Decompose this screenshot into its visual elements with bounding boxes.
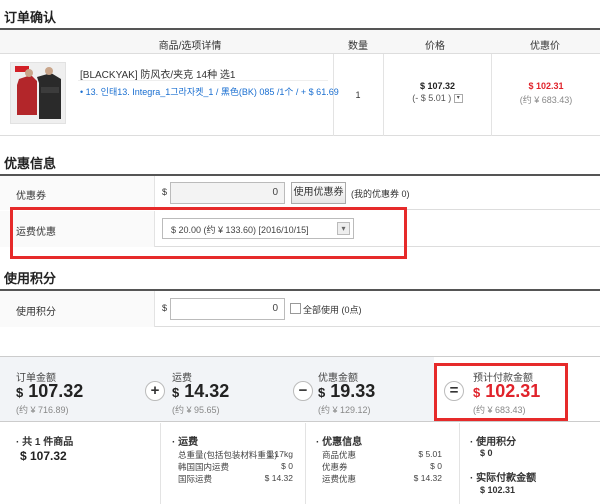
shipping-detail-title: · 运费 (172, 437, 199, 448)
coupon-input[interactable]: 0 (170, 182, 285, 204)
items-count-label: · 共 1 件商品 (16, 437, 74, 448)
col-qty-header: 数量 (348, 41, 368, 52)
order-total-amount: $ 107.32 (16, 381, 83, 402)
ship-row-value: $ 0 (281, 461, 293, 471)
disc-row-key: 优惠券 (322, 462, 348, 472)
col-product-header: 商品/选项详情 (158, 41, 222, 52)
currency-symbol: $ (172, 385, 180, 400)
ship-row-key: 韩国国内运费 (178, 462, 230, 472)
items-total: $ 107.32 (20, 449, 67, 463)
currency-symbol: $ (16, 385, 24, 400)
points-currency: $ (162, 303, 168, 313)
discount-detail-title: · 优惠信息 (316, 437, 363, 448)
shipping-value: 14.32 (184, 381, 230, 401)
coupon-currency: $ (162, 187, 168, 197)
order-total-sub: (约 ¥ 716.89) (16, 405, 69, 415)
currency-symbol: $ (318, 385, 326, 400)
col-discount-header: 优惠价 (530, 41, 560, 52)
plus-icon: + (145, 381, 165, 401)
ship-row-value: $ 14.32 (264, 473, 293, 483)
col-divider (305, 423, 306, 504)
order-section-title: 订单确认 (4, 10, 57, 25)
disc-row-key: 运费优惠 (322, 474, 357, 484)
disc-row-value: $ 0 (430, 461, 442, 471)
ship-row-value: 1.17kg (267, 449, 293, 459)
order-total-value: 107.32 (28, 381, 84, 401)
discount-amount: $ 19.33 (318, 381, 375, 402)
my-coupons-text: (我的优惠券 0) (351, 189, 410, 199)
product-thumbnail[interactable] (10, 62, 66, 124)
actual-pay-value: $ 102.31 (480, 485, 516, 495)
product-option: • 13. 인태13. Integra_1그라자켓_1 / 黑色(BK) 085… (80, 87, 339, 97)
product-name[interactable]: [BLACKYAK] 防风衣/夹克 14种 选1 (80, 66, 235, 81)
details-panel: · 共 1 件商品 $ 107.32 · 运费 总重量(包括包装材料重量) 1.… (0, 423, 600, 504)
disc-row-value: $ 5.01 (418, 449, 442, 459)
order-table-header: 商品/选项详情 数量 价格 优惠价 (0, 30, 600, 54)
col-price-header: 价格 (425, 41, 445, 52)
promo-section-title: 优惠信息 (4, 156, 57, 171)
col-divider (459, 423, 460, 504)
price-discount-text: (- $ 5.01 ) (412, 93, 452, 103)
item-discount-price: $ 102.31 (528, 81, 564, 91)
coupon-label: 优惠券 (16, 191, 46, 202)
ship-row-key: 国际运费 (178, 474, 213, 484)
price-dropdown-icon[interactable]: ▾ (453, 94, 463, 104)
row-separator (78, 80, 328, 81)
points-detail-title: · 使用积分 (470, 437, 517, 448)
points-info: (0点) (341, 305, 362, 315)
shipping-sub: (约 ¥ 95.65) (172, 405, 220, 415)
item-discount-sub: (约 ¥ 683.43) (519, 95, 573, 105)
highlight-box (434, 363, 568, 421)
use-all-label: 全部使用 (0点) (303, 303, 362, 316)
points-row: 使用积分 $ 0 全部使用 (0点) (0, 291, 600, 327)
points-label: 使用积分 (16, 307, 56, 318)
actual-pay-title: · 实际付款金额 (470, 473, 537, 484)
col-divider (160, 423, 161, 504)
minus-icon: − (293, 381, 313, 401)
item-qty: 1 (355, 90, 361, 100)
points-input[interactable]: 0 (170, 298, 285, 320)
discount-value: 19.33 (330, 381, 376, 401)
order-item-row: [BLACKYAK] 防风衣/夹克 14种 选1 • 13. 인태13. Int… (0, 54, 600, 136)
points-section-title: 使用积分 (4, 271, 57, 286)
discount-sub: (约 ¥ 129.12) (318, 405, 371, 415)
item-price-sub: (- $ 5.01 ) ▾ (384, 93, 491, 104)
item-price: $ 107.32 (419, 81, 456, 91)
points-detail-value: $ 0 (480, 448, 493, 458)
use-all-checkbox[interactable] (290, 303, 301, 314)
use-coupon-button[interactable]: 使用优惠券 (291, 182, 346, 204)
highlight-box (10, 207, 407, 259)
shipping-amount: $ 14.32 (172, 381, 229, 402)
disc-row-value: $ 14.32 (413, 473, 442, 483)
disc-row-key: 商品优惠 (322, 450, 357, 460)
use-all-text: 全部使用 (303, 305, 340, 315)
coupon-row: 优惠券 $ 0 使用优惠券 (我的优惠券 0) (0, 176, 600, 210)
